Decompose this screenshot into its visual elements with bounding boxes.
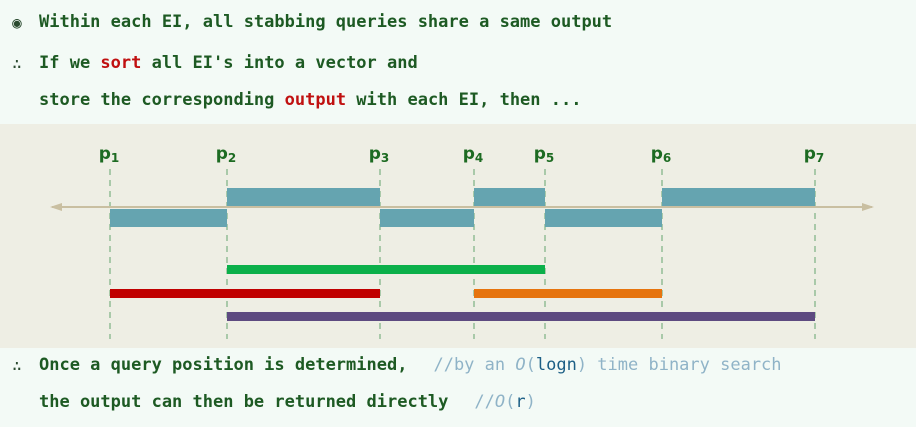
comment-constant-r: //O(r) [474, 392, 535, 412]
therefore-icon: ∴ [12, 53, 22, 73]
point-label-p7: p7 [804, 144, 825, 165]
segment-2 [110, 289, 380, 298]
comment-4-post: time binary search [587, 355, 782, 375]
line-4-text: Once a query position is determined, //by… [39, 355, 782, 375]
point-label-p6: p6 [651, 144, 672, 165]
comment-binary-search: //by an O(logn) time binary search [433, 355, 781, 375]
line-2-text: If we sort all EI's into a vector and [39, 53, 418, 73]
keyword-output: output [284, 90, 347, 110]
comment-4-paren-open: ( [525, 355, 536, 375]
comment-4-paren-close: ) [576, 355, 588, 375]
elementary-interval-6 [662, 188, 815, 206]
comment-5-bigo: O [494, 392, 506, 412]
line-3-text: store the corresponding output with each… [39, 90, 581, 110]
elementary-interval-5 [545, 209, 662, 227]
comment-4-pre: //by an [433, 355, 516, 375]
line-5-text: the output can then be returned directly… [39, 392, 536, 412]
interval-diagram: p1 p2 p3 p4 p5 p6 p7 [0, 124, 916, 348]
comment-5-paren-open: ( [505, 392, 516, 412]
keyword-sort: sort [100, 53, 142, 73]
line-3-pre: store the corresponding [39, 90, 285, 110]
point-label-p4: p4 [463, 144, 484, 165]
line-2-post: all EI's into a vector and [141, 53, 418, 73]
elementary-interval-4 [474, 188, 545, 206]
comment-4-fn: logn [535, 355, 577, 375]
comment-5-paren-close: ) [525, 392, 536, 412]
point-label-p3: p3 [369, 144, 390, 165]
comment-5-fn: r [515, 392, 526, 412]
comment-5-pre: // [474, 392, 495, 412]
axis-arrow-right [862, 203, 874, 211]
line-5-main: the output can then be returned directly [39, 392, 449, 412]
point-label-p1: p1 [99, 144, 120, 165]
segment-3 [474, 289, 662, 298]
interval-diagram-svg: p1 p2 p3 p4 p5 p6 p7 [50, 144, 874, 339]
comment-4-bigo: O [515, 355, 526, 375]
point-label-p5: p5 [534, 144, 555, 165]
elementary-interval-3 [380, 209, 474, 227]
point-label-p2: p2 [216, 144, 237, 165]
segment-4 [227, 312, 815, 321]
line-3-post: with each EI, then ... [346, 90, 582, 110]
line-4-main: Once a query position is determined, [39, 355, 408, 375]
therefore-icon: ∴ [12, 355, 22, 375]
segment-1 [227, 265, 545, 274]
line-1-text: Within each EI, all stabbing queries sha… [39, 12, 613, 32]
line-2-pre: If we [39, 53, 101, 73]
elementary-interval-1 [110, 209, 227, 227]
axis-arrow-left [50, 203, 62, 211]
elementary-interval-2 [227, 188, 380, 206]
eye-icon: ◉ [12, 12, 22, 32]
